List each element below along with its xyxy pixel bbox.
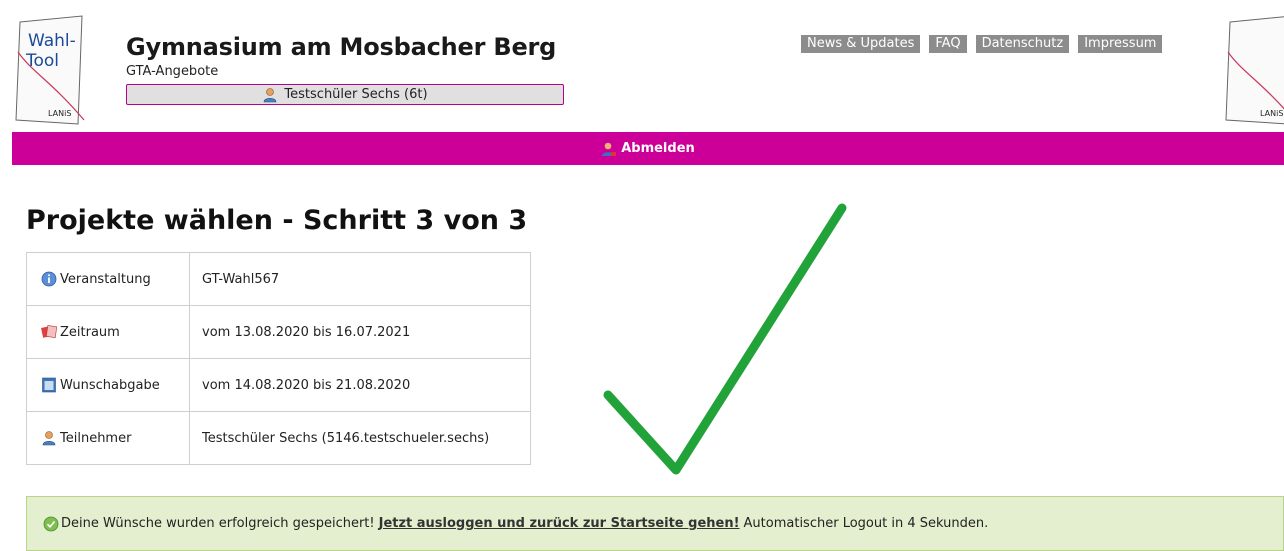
nav-impressum[interactable]: Impressum <box>1078 35 1163 53</box>
success-message: Deine Wünsche wurden erfolgreich gespeic… <box>26 496 1284 551</box>
info-icon <box>41 271 57 287</box>
calendar-icon <box>41 325 57 338</box>
row-label: Wunschabgabe <box>60 377 160 393</box>
row-label: Zeitraum <box>60 324 120 340</box>
form-icon <box>42 377 56 393</box>
logout-home-link[interactable]: Jetzt ausloggen und zurück zur Startseit… <box>379 516 740 531</box>
row-value: vom 14.08.2020 bis 21.08.2020 <box>189 358 531 412</box>
user-icon <box>264 87 277 102</box>
row-value: Testschüler Sechs (5146.testschueler.sec… <box>189 411 531 465</box>
nav-news-updates[interactable]: News & Updates <box>801 35 921 53</box>
user-icon <box>42 431 56 446</box>
page-subtitle: GTA-Angebote <box>126 64 219 79</box>
action-bar: Abmelden <box>12 132 1284 165</box>
table-row: Veranstaltung GT-Wahl567 <box>26 252 531 306</box>
row-label: Teilnehmer <box>60 430 132 446</box>
svg-text:Wahl-: Wahl- <box>28 31 76 51</box>
wahltool-logo-right: LANiS <box>1222 12 1284 126</box>
nav-faq[interactable]: FAQ <box>929 35 967 53</box>
table-row: Zeitraum vom 13.08.2020 bis 16.07.2021 <box>26 305 531 359</box>
logout-button[interactable]: Abmelden <box>601 141 695 157</box>
row-value: GT-Wahl567 <box>189 252 531 306</box>
checkmark-icon <box>603 203 847 475</box>
svg-text:LANiS: LANiS <box>48 109 71 118</box>
success-text: Deine Wünsche wurden erfolgreich gespeic… <box>61 516 375 531</box>
top-navigation: News & Updates FAQ Datenschutz Impressum <box>801 35 1163 53</box>
svg-text:LANiS: LANiS <box>1260 109 1283 118</box>
logout-user-icon <box>602 142 617 156</box>
current-user-box: Testschüler Sechs (6t) <box>126 84 564 105</box>
selection-summary-table: Veranstaltung GT-Wahl567 Zeitraum vom 13… <box>26 252 531 465</box>
wahltool-logo: Wahl- Tool LANiS <box>12 12 88 126</box>
page-title: Projekte wählen - Schritt 3 von 3 <box>26 205 528 236</box>
success-check-icon <box>43 516 59 531</box>
svg-text:Tool: Tool <box>25 51 59 71</box>
current-user-label: Testschüler Sechs (6t) <box>284 87 428 102</box>
row-value: vom 13.08.2020 bis 16.07.2021 <box>189 305 531 359</box>
auto-logout-text: Automatischer Logout in 4 Sekunden. <box>743 516 989 531</box>
table-row: Wunschabgabe vom 14.08.2020 bis 21.08.20… <box>26 358 531 412</box>
logout-label: Abmelden <box>621 141 695 156</box>
nav-datenschutz[interactable]: Datenschutz <box>975 35 1070 53</box>
row-label: Veranstaltung <box>60 271 151 287</box>
school-name: Gymnasium am Mosbacher Berg <box>126 33 557 61</box>
table-row: Teilnehmer Testschüler Sechs (5146.tests… <box>26 411 531 465</box>
